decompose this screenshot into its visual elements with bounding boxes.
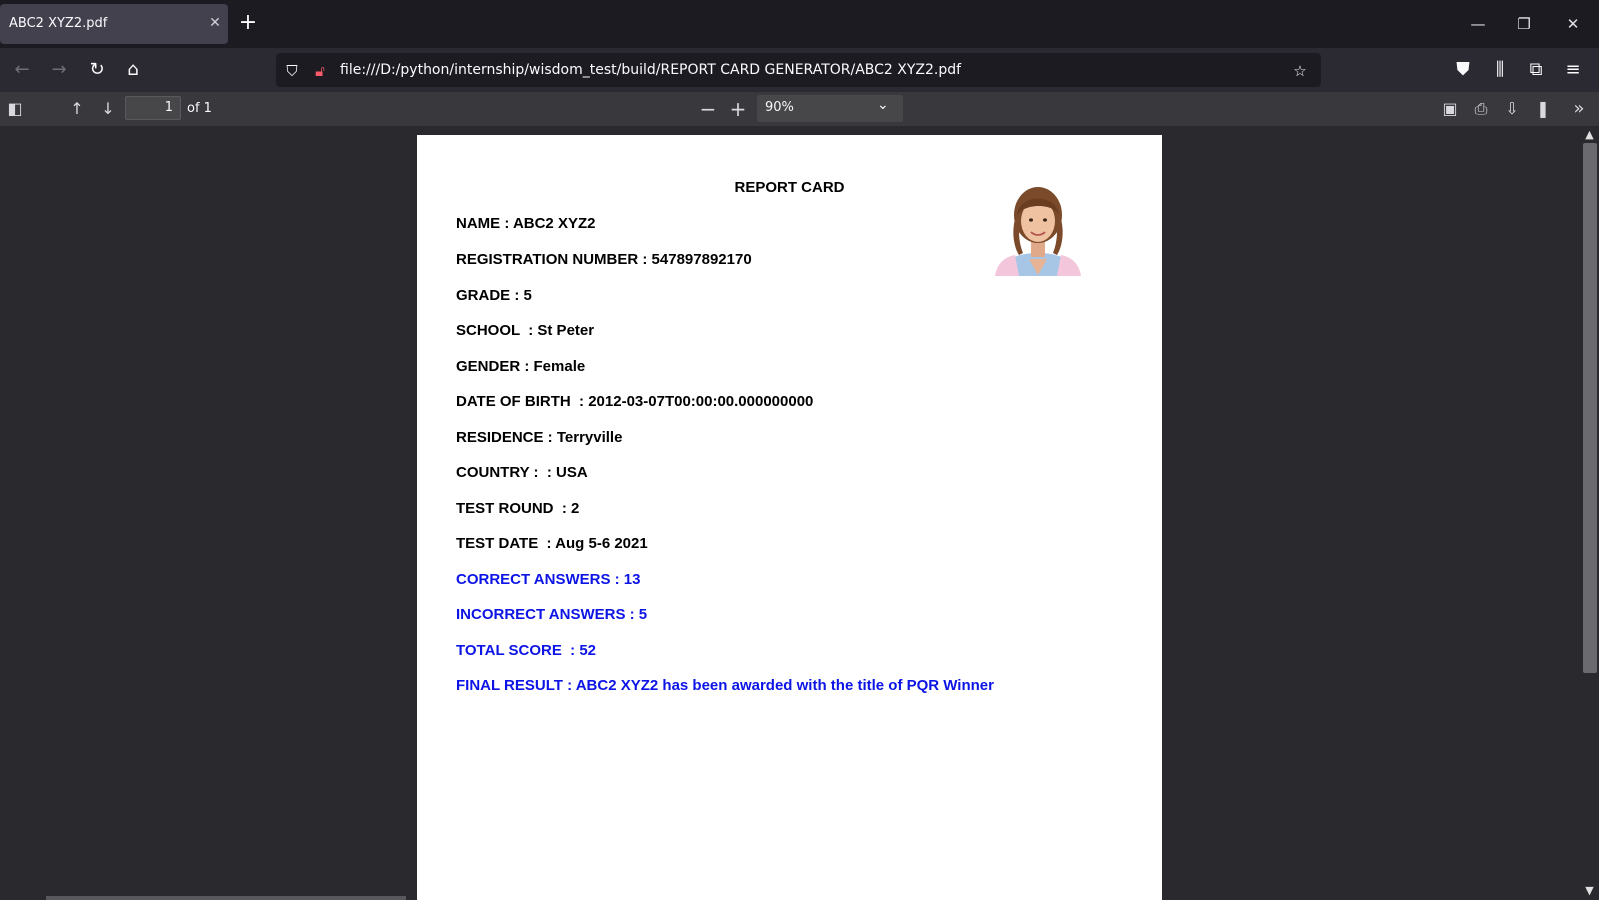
star-icon[interactable]: ☆	[1289, 60, 1311, 82]
chevron-down-icon: ⌄	[877, 97, 889, 113]
gender: GENDER : Female	[456, 358, 586, 375]
pocket-icon[interactable]: ⛊	[1449, 56, 1477, 84]
horizontal-scrollbar-thumb[interactable]	[46, 896, 406, 900]
url-text[interactable]: file:///D:/python/internship/wisdom_test…	[340, 62, 961, 78]
tools-icon[interactable]: »	[1566, 97, 1592, 121]
student-photo	[989, 175, 1087, 276]
arrow-up-icon[interactable]: ↑	[64, 97, 90, 121]
url-bar[interactable]: ⛉ 🔓︎ file:///D:/python/internship/wisdom…	[276, 53, 1321, 87]
library-icon[interactable]: ⫼	[1486, 56, 1514, 84]
correct-answers: CORRECT ANSWERS : 13	[456, 571, 641, 588]
print-icon[interactable]: ⎙	[1468, 97, 1494, 121]
menu-icon[interactable]: ≡	[1559, 56, 1587, 84]
bookmark-icon[interactable]: ❚	[1530, 97, 1556, 121]
restore-icon[interactable]: ❐	[1501, 12, 1547, 36]
minimize-icon[interactable]: —	[1455, 12, 1501, 36]
shield-icon[interactable]: ⛉	[281, 60, 303, 82]
forward-icon[interactable]: →	[45, 56, 73, 84]
scrollbar-thumb[interactable]	[1583, 143, 1597, 673]
country: COUNTRY : : USA	[456, 464, 588, 481]
close-window-icon[interactable]: ✕	[1550, 12, 1596, 36]
reload-icon[interactable]: ↻	[83, 56, 111, 84]
insecure-lock-icon[interactable]: 🔓︎	[309, 60, 331, 82]
pdf-toolbar: ◧ ↑ ↓ 1 of 1 − + 90% ⌄ ▣ ⎙ ⇩ ❚ »	[0, 92, 1599, 127]
back-icon[interactable]: ←	[8, 56, 36, 84]
school: SCHOOL : St Peter	[456, 322, 595, 339]
home-icon[interactable]: ⌂	[119, 56, 147, 84]
save-icon[interactable]: ⇩	[1499, 97, 1525, 121]
arrow-down-icon[interactable]: ↓	[95, 97, 121, 121]
incorrect-answers: INCORRECT ANSWERS : 5	[456, 606, 648, 623]
pdf-page: REPORT CARD NAME : ABC2 XYZ2 REGISTRATIO…	[417, 135, 1162, 900]
registration-number: REGISTRATION NUMBER : 547897892170	[456, 251, 752, 268]
page-number-input[interactable]: 1	[125, 96, 181, 120]
final-result: FINAL RESULT : ABC2 XYZ2 has been awarde…	[456, 677, 994, 694]
extensions-icon[interactable]: ⧉	[1522, 56, 1550, 84]
presentation-icon[interactable]: ▣	[1437, 97, 1463, 121]
tab-close-icon[interactable]: ✕	[205, 13, 225, 33]
zoom-in-icon[interactable]: +	[725, 97, 751, 121]
scroll-up-icon[interactable]: ▲	[1580, 128, 1599, 141]
zoom-select[interactable]: 90% ⌄	[757, 95, 903, 122]
student-name: NAME : ABC2 XYZ2	[456, 215, 596, 232]
residence: RESIDENCE : Terryville	[456, 429, 623, 446]
new-tab-icon[interactable]: +	[236, 12, 260, 36]
total-score: TOTAL SCORE : 52	[456, 642, 597, 659]
scroll-down-icon[interactable]: ▼	[1580, 884, 1599, 897]
zoom-value: 90%	[765, 100, 794, 115]
page-count: of 1	[187, 101, 212, 116]
tab-active[interactable]: ABC2 XYZ2.pdf ✕	[0, 4, 228, 44]
sidebar-toggle-icon[interactable]: ◧	[2, 97, 28, 121]
tab-strip: ABC2 XYZ2.pdf ✕ + — ❐ ✕	[0, 0, 1599, 48]
date-of-birth: DATE OF BIRTH : 2012-03-07T00:00:00.0000…	[456, 393, 814, 410]
test-date: TEST DATE : Aug 5-6 2021	[456, 535, 648, 552]
test-round: TEST ROUND : 2	[456, 500, 580, 517]
navigation-bar: ← → ↻ ⌂ ⛉ 🔓︎ file:///D:/python/internshi…	[0, 48, 1599, 92]
zoom-out-icon[interactable]: −	[695, 97, 721, 121]
grade: GRADE : 5	[456, 287, 532, 304]
tab-title: ABC2 XYZ2.pdf	[9, 16, 108, 31]
